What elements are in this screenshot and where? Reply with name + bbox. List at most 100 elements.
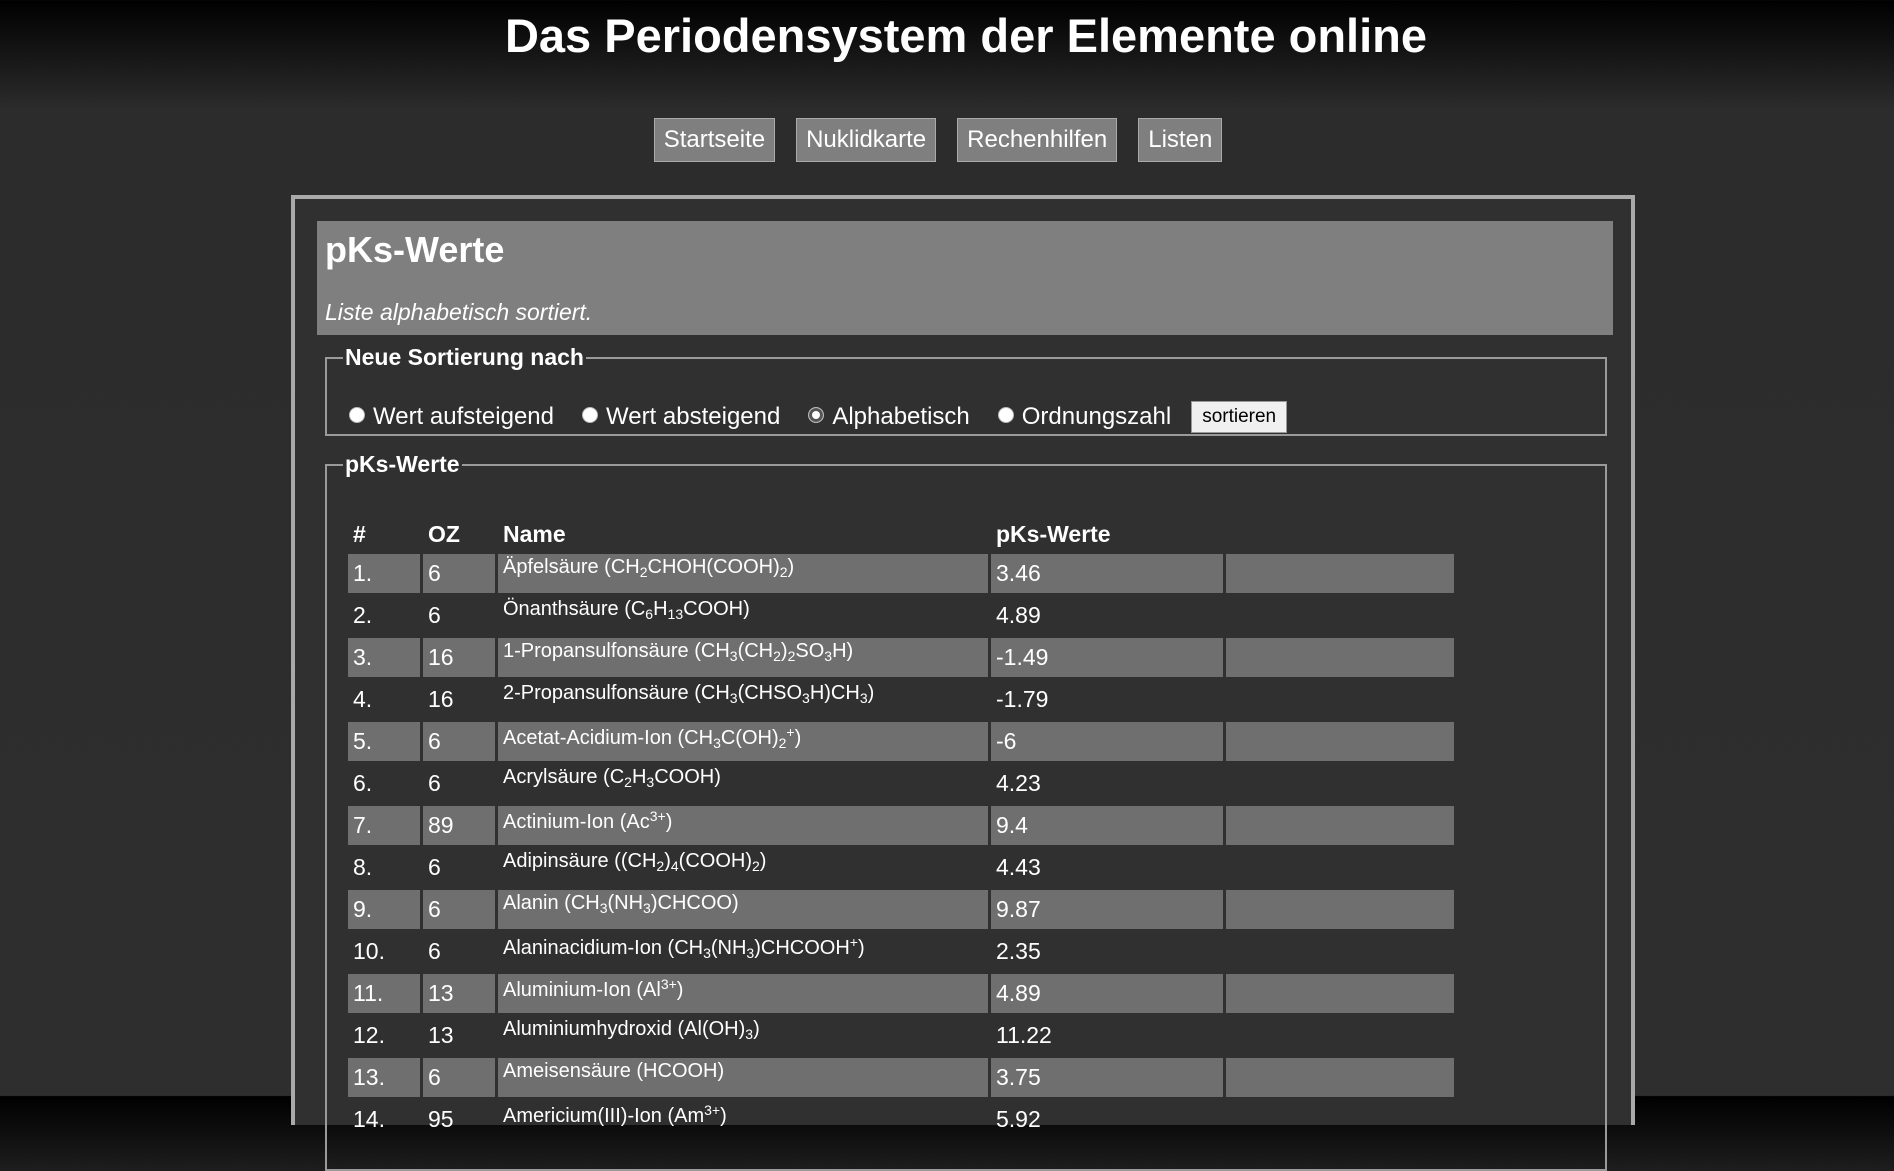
sort-option-wert-absteigend[interactable]: Wert absteigend	[582, 403, 780, 431]
table-row: 3. 16 1-Propansulfonsäure (CH3(CH2)2SO3H) -…	[348, 638, 1454, 677]
cell-extra	[1226, 974, 1454, 1013]
cell-extra	[1226, 722, 1454, 761]
col-header-oz: OZ	[428, 520, 460, 547]
cell-num: 13.	[348, 1058, 420, 1097]
cell-extra	[1226, 1016, 1454, 1055]
col-header-pks: pKs-Werte	[996, 520, 1111, 547]
col-header-name: Name	[503, 520, 566, 547]
cell-name: Önanthsäure (C6H13COOH)	[503, 598, 750, 622]
sort-option-wert-aufsteigend[interactable]: Wert aufsteigend	[349, 403, 554, 431]
cell-num: 10.	[353, 938, 385, 964]
cell-extra	[1226, 932, 1454, 971]
cell-pks: 5.92	[996, 1106, 1041, 1132]
cell-num: 7.	[348, 806, 420, 845]
cell-oz: 6	[428, 938, 441, 964]
cell-name: Alaninacidium-Ion (CH3(NH3)CHCOOH+)	[503, 934, 865, 961]
cell-pks: 9.87	[991, 890, 1223, 929]
cell-pks: -6	[991, 722, 1223, 761]
cell-extra	[1226, 848, 1454, 887]
cell-extra	[1226, 806, 1454, 845]
table-row: 6. 6 Acrylsäure (C2H3COOH) 4.23	[348, 764, 1454, 803]
cell-oz: 13	[423, 974, 495, 1013]
nav-startseite[interactable]: Startseite	[653, 118, 776, 162]
pks-table: # OZ Name pKs-Werte 1. 6 Äpfelsäure (CH2CH…	[345, 514, 1457, 1142]
sort-option-ordnungszahl[interactable]: Ordnungszahl	[997, 403, 1172, 431]
cell-oz: 95	[428, 1106, 454, 1132]
sort-options: Wert aufsteigend Wert absteigend Alphabe…	[349, 401, 1288, 433]
cell-name: Alanin (CH3(NH3)CHCOO)	[498, 890, 988, 929]
cell-name: Americium(III)-Ion (Am3+)	[503, 1102, 727, 1127]
table-row: 10. 6 Alaninacidium-Ion (CH3(NH3)CHCOOH+) 2…	[348, 932, 1454, 971]
cell-num: 6.	[353, 770, 373, 796]
cell-name: Äpfelsäure (CH2CHOH(COOH)2)	[498, 554, 988, 593]
cell-pks: -1.49	[991, 638, 1223, 677]
table-row: 12. 13 Aluminiumhydroxid (Al(OH)3) 11.22	[348, 1016, 1454, 1055]
cell-name: Adipinsäure ((CH2)4(COOH)2)	[503, 850, 767, 874]
cell-extra	[1226, 1058, 1454, 1097]
pks-table-legend: pKs-Werte	[345, 451, 460, 477]
col-header-num: #	[353, 520, 366, 547]
cell-num: 2.	[353, 602, 373, 628]
nav-listen[interactable]: Listen	[1138, 118, 1223, 162]
table-row: 5. 6 Acetat-Acidium-Ion (CH3C(OH)2+) -6	[348, 722, 1454, 761]
cell-name: Acetat-Acidium-Ion (CH3C(OH)2+)	[498, 722, 988, 761]
cell-num: 5.	[348, 722, 420, 761]
cell-oz: 6	[423, 554, 495, 593]
cell-name: Acrylsäure (C2H3COOH)	[503, 766, 721, 790]
cell-pks: 4.43	[996, 854, 1041, 880]
cell-extra	[1226, 890, 1454, 929]
cell-oz: 6	[428, 854, 441, 880]
table-row: 11. 13 Aluminium-Ion (Al3+) 4.89	[348, 974, 1454, 1013]
radio-ordnungszahl[interactable]	[997, 407, 1014, 423]
cell-oz: 6	[428, 770, 441, 796]
radio-alphabetisch[interactable]	[808, 407, 825, 423]
radio-wert-aufsteigend[interactable]	[349, 407, 365, 423]
pks-table-fieldset: pKs-Werte # OZ Name pKs-Werte 1. 6 Äpfelsä…	[325, 451, 1607, 1171]
table-header-row: # OZ Name pKs-Werte	[348, 517, 1454, 551]
table-row: 2. 6 Önanthsäure (C6H13COOH) 4.89	[348, 596, 1454, 635]
sort-option-alphabetisch[interactable]: Alphabetisch	[808, 403, 970, 431]
table-row: 8. 6 Adipinsäure ((CH2)4(COOH)2) 4.43	[348, 848, 1454, 887]
cell-extra	[1226, 638, 1454, 677]
cell-pks: 11.22	[996, 1022, 1052, 1048]
cell-oz: 6	[428, 602, 441, 628]
table-row: 7. 89 Actinium-Ion (Ac3+) 9.4	[348, 806, 1454, 845]
table-row: 9. 6 Alanin (CH3(NH3)CHCOO) 9.87	[348, 890, 1454, 929]
table-row: 13. 6 Ameisensäure (HCOOH) 3.75	[348, 1058, 1454, 1097]
table-row: 14. 95 Americium(III)-Ion (Am3+) 5.92	[348, 1100, 1454, 1139]
cell-extra	[1226, 596, 1454, 635]
cell-name: 2-Propansulfonsäure (CH3(CHSO3H)CH3)	[503, 682, 875, 706]
cell-extra	[1226, 764, 1454, 803]
nav-rechenhilfen[interactable]: Rechenhilfen	[957, 118, 1118, 162]
table-row: 1. 6 Äpfelsäure (CH2CHOH(COOH)2) 3.46	[348, 554, 1454, 593]
radio-wert-absteigend[interactable]	[582, 407, 598, 423]
col-header-extra	[1226, 517, 1454, 551]
cell-num: 9.	[348, 890, 420, 929]
sort-button[interactable]: sortieren	[1191, 401, 1288, 433]
cell-oz: 6	[423, 722, 495, 761]
cell-pks: 4.89	[996, 602, 1041, 628]
cell-name: 1-Propansulfonsäure (CH3(CH2)2SO3H)	[498, 638, 988, 677]
cell-pks: 3.46	[991, 554, 1223, 593]
sort-option-label: Ordnungszahl	[1021, 403, 1172, 430]
sort-fieldset: Neue Sortierung nach Wert aufsteigend We…	[325, 344, 1607, 436]
cell-oz: 6	[423, 890, 495, 929]
cell-oz: 13	[428, 1022, 454, 1048]
table-row: 4. 16 2-Propansulfonsäure (CH3(CHSO3H)CH3)…	[348, 680, 1454, 719]
cell-num: 1.	[348, 554, 420, 593]
page-title: pKs-Werte	[325, 229, 505, 270]
page-header: pKs-Werte Liste alphabetisch sortiert.	[317, 221, 1613, 335]
table-body: 1. 6 Äpfelsäure (CH2CHOH(COOH)2) 3.46 2. 6 Öna…	[348, 554, 1454, 1139]
cell-extra	[1226, 680, 1454, 719]
nav-nuklidkarte[interactable]: Nuklidkarte	[796, 118, 937, 162]
cell-oz: 6	[423, 1058, 495, 1097]
cell-num: 11.	[348, 974, 420, 1013]
cell-num: 12.	[353, 1022, 385, 1048]
cell-num: 3.	[348, 638, 420, 677]
cell-oz: 16	[423, 638, 495, 677]
cell-pks: -1.79	[996, 686, 1049, 712]
page-subtitle: Liste alphabetisch sortiert.	[325, 299, 593, 325]
cell-pks: 4.23	[996, 770, 1041, 796]
sort-legend: Neue Sortierung nach	[345, 344, 584, 370]
cell-num: 8.	[353, 854, 373, 880]
